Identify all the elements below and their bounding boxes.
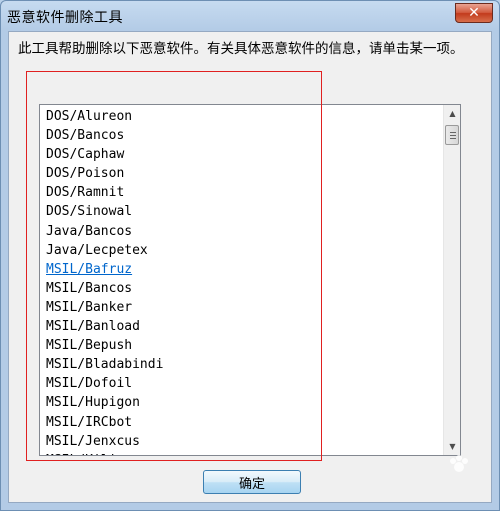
- list-item[interactable]: DOS/Ramnit: [46, 183, 438, 202]
- dialog-content: 此工具帮助删除以下恶意软件。有关具体恶意软件的信息，请单击某一项。 DOS/Al…: [8, 31, 492, 503]
- list-item[interactable]: MSIL/Kilim: [46, 451, 438, 455]
- list-item[interactable]: MSIL/Bafruz: [46, 260, 438, 279]
- ok-button[interactable]: 确定: [203, 470, 301, 494]
- malware-list: DOS/Alureon DOS/Bancos DOS/Caphaw DOS/Poiso…: [46, 107, 438, 455]
- list-item[interactable]: MSIL/Hupigon: [46, 393, 438, 412]
- list-item[interactable]: MSIL/Banker: [46, 298, 438, 317]
- watermark-logo: [395, 452, 491, 492]
- vertical-scrollbar[interactable]: ▲ ▼: [443, 105, 460, 455]
- list-item[interactable]: MSIL/Bancos: [46, 279, 438, 298]
- list-item[interactable]: Java/Lecpetex: [46, 241, 438, 260]
- close-icon: ✕: [468, 5, 480, 21]
- window-title: 恶意软件删除工具: [7, 10, 123, 26]
- arrow-up-icon[interactable]: ▲: [444, 105, 460, 122]
- list-item[interactable]: MSIL/Banload: [46, 317, 438, 336]
- list-item[interactable]: DOS/Sinowal: [46, 202, 438, 221]
- list-item[interactable]: MSIL/IRCbot: [46, 413, 438, 432]
- list-item[interactable]: MSIL/Dofoil: [46, 374, 438, 393]
- list-item[interactable]: DOS/Poison: [46, 164, 438, 183]
- malware-listbox[interactable]: DOS/Alureon DOS/Bancos DOS/Caphaw DOS/Poiso…: [39, 104, 461, 456]
- description-text: 此工具帮助删除以下恶意软件。有关具体恶意软件的信息，请单击某一项。: [18, 41, 464, 57]
- list-item[interactable]: MSIL/Bladabindi: [46, 355, 438, 374]
- list-item[interactable]: Java/Bancos: [46, 222, 438, 241]
- scrollbar-thumb[interactable]: [445, 125, 459, 145]
- dialog-window: 恶意软件删除工具 ✕ 此工具帮助删除以下恶意软件。有关具体恶意软件的信息，请单击…: [0, 0, 500, 511]
- list-item[interactable]: MSIL/Jenxcus: [46, 432, 438, 451]
- list-item[interactable]: DOS/Alureon: [46, 107, 438, 126]
- close-button[interactable]: ✕: [455, 3, 493, 23]
- list-item[interactable]: MSIL/Bepush: [46, 336, 438, 355]
- list-item[interactable]: DOS/Caphaw: [46, 145, 438, 164]
- list-item[interactable]: DOS/Bancos: [46, 126, 438, 145]
